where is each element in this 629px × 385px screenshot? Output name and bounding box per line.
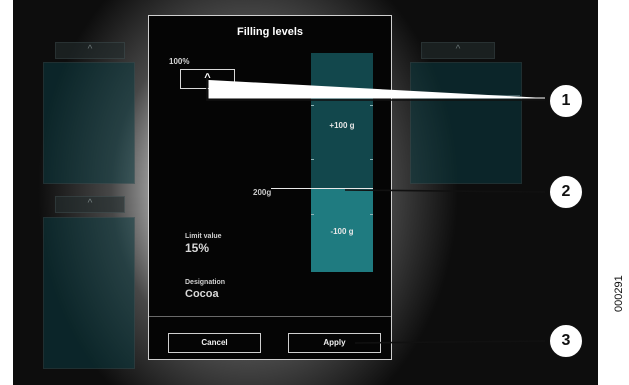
callout-3-leader xyxy=(354,340,546,344)
callout-1: 1 xyxy=(549,84,583,118)
callout-2-leader xyxy=(344,189,546,193)
callout-2: 2 xyxy=(549,175,583,209)
callout-3: 3 xyxy=(549,324,583,358)
figure-id: 000291 xyxy=(613,275,625,312)
callout-leader-lines xyxy=(206,78,546,344)
callout-1-leader-outline xyxy=(208,80,545,99)
